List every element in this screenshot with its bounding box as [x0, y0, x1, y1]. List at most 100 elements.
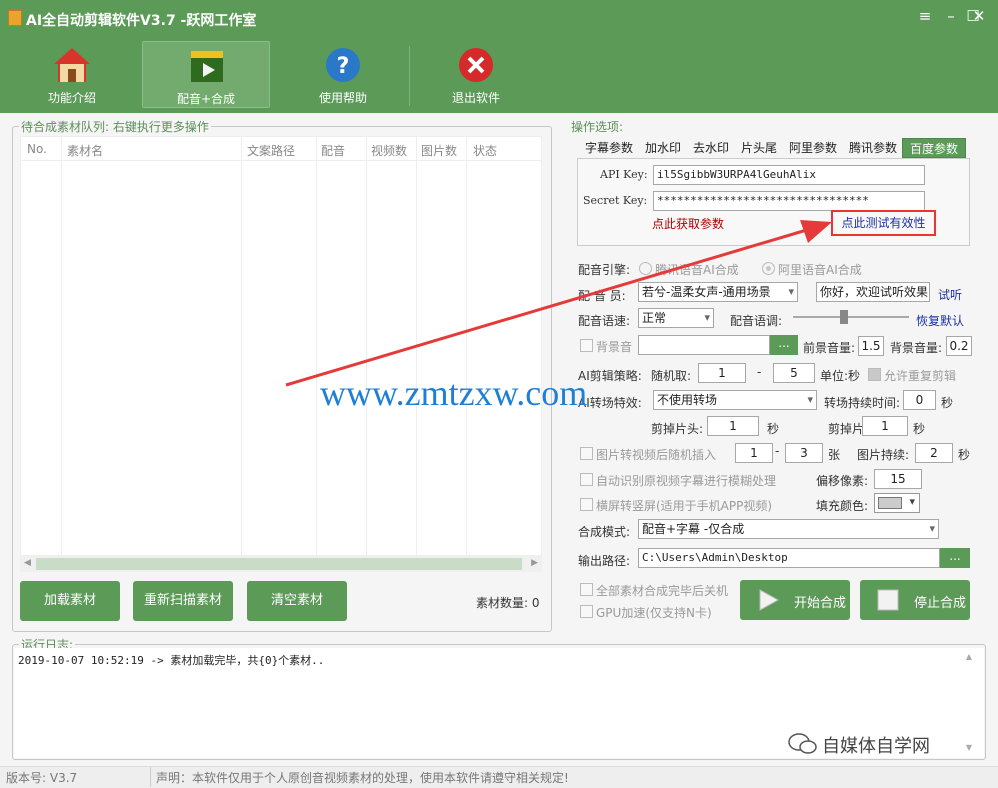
test-validity-link[interactable]: 点此测试有效性: [831, 210, 936, 236]
col-name[interactable]: 素材名: [67, 142, 103, 159]
img-to-input[interactable]: 3: [785, 443, 823, 463]
allow-repeat-checkbox[interactable]: [868, 368, 881, 381]
secret-key-input[interactable]: ********************************: [653, 191, 925, 211]
voice-select[interactable]: 若兮-温柔女声-通用场景: [638, 282, 798, 302]
exit-icon: [459, 48, 493, 82]
toolbar-label: 配音+合成: [176, 92, 236, 106]
col-dub[interactable]: 配音: [321, 142, 345, 159]
cut-head-sec: 秒: [767, 422, 780, 436]
output-path-input[interactable]: C:\Users\Admin\Desktop: [638, 548, 940, 568]
img-insert-label: 图片转视频后随机插入: [596, 448, 717, 462]
toolbar-dub-compose-button[interactable]: 配音+合成: [142, 41, 270, 108]
play-icon: [759, 589, 780, 611]
queue-legend: 待合成素材队列: 右键执行更多操作: [21, 120, 209, 134]
transition-label: AI转场特效:: [578, 396, 642, 410]
stop-compose-label: 停止合成: [914, 596, 967, 611]
rescan-material-button[interactable]: 重新扫描素材: [133, 581, 233, 621]
img-insert-checkbox[interactable]: [580, 447, 593, 460]
app-logo-icon: [8, 10, 22, 26]
start-compose-label: 开始合成: [794, 596, 847, 611]
disclaimer-text: 声明：本软件仅用于个人原创音视频素材的处理，使用本软件请遵守相关规定!: [156, 771, 569, 785]
landscape-checkbox[interactable]: [580, 498, 593, 511]
transition-duration-label: 转场持续时间:: [824, 396, 901, 410]
blur-subtitle-checkbox[interactable]: [580, 473, 593, 486]
strategy-label: AI剪辑策略:: [578, 369, 642, 383]
pitch-slider-thumb[interactable]: [840, 310, 848, 324]
offset-input[interactable]: 15: [874, 469, 922, 489]
log-area[interactable]: 2019-10-07 10:52:19 -> 素材加载完毕，共{0}个素材.. …: [14, 648, 984, 758]
output-label: 输出路径:: [578, 554, 631, 568]
tab-ali[interactable]: 阿里参数: [784, 138, 842, 158]
engine-ali-radio[interactable]: [762, 262, 775, 275]
tab-intro-outro[interactable]: 片头尾: [736, 138, 782, 158]
preview-link[interactable]: 试听: [938, 286, 962, 303]
col-images[interactable]: 图片数: [421, 142, 457, 159]
tab-subtitle[interactable]: 字幕参数: [580, 138, 638, 158]
tab-remove-watermark[interactable]: 去水印: [688, 138, 734, 158]
restore-default-link[interactable]: 恢复默认: [916, 312, 964, 329]
preview-text-input[interactable]: 你好，欢迎试听效果: [816, 282, 930, 302]
engine-tencent-radio[interactable]: [639, 262, 652, 275]
minimize-button[interactable]: –: [940, 6, 962, 26]
pitch-label: 配音语调:: [730, 314, 783, 328]
col-videos[interactable]: 视频数: [371, 142, 407, 159]
transition-select[interactable]: 不使用转场: [653, 390, 817, 410]
bgm-browse-button[interactable]: ...: [770, 335, 798, 355]
queue-table[interactable]: No. 素材名 文案路径 配音 视频数 图片数 状态: [20, 136, 542, 556]
toolbar-divider: [409, 46, 410, 106]
random-dash: -: [757, 365, 762, 379]
toolbar-exit-button[interactable]: 退出软件: [412, 41, 540, 108]
menu-icon[interactable]: ≡: [914, 6, 936, 26]
material-count: 素材数量: 0: [476, 596, 540, 610]
bgm-path-input[interactable]: [638, 335, 770, 355]
transition-sec-label: 秒: [941, 396, 954, 410]
offset-label: 偏移像素:: [816, 474, 869, 488]
api-key-label: API Key:: [600, 168, 648, 181]
col-status[interactable]: 状态: [473, 142, 497, 159]
tab-add-watermark[interactable]: 加水印: [640, 138, 686, 158]
horizontal-scrollbar[interactable]: ◀ ▶: [20, 556, 542, 572]
toolbar-help-button[interactable]: ? 使用帮助: [279, 41, 407, 108]
chevron-down-icon: ▾: [909, 495, 915, 508]
load-material-button[interactable]: 加载素材: [20, 581, 120, 621]
pitch-slider-track[interactable]: [793, 316, 909, 318]
tab-tencent[interactable]: 腾讯参数: [844, 138, 902, 158]
bg-volume-input[interactable]: 0.2: [946, 336, 972, 356]
bgm-checkbox[interactable]: [580, 339, 593, 352]
log-scrollbar[interactable]: ▲ ▼: [962, 652, 976, 752]
cut-head-input[interactable]: 1: [707, 416, 759, 436]
img-duration-input[interactable]: 2: [915, 443, 953, 463]
start-compose-button[interactable]: 开始合成: [740, 580, 850, 620]
col-no[interactable]: No.: [27, 142, 47, 156]
allow-repeat-label: 允许重复剪辑: [884, 369, 957, 383]
random-from-input[interactable]: 1: [698, 363, 746, 383]
shutdown-checkbox[interactable]: [580, 583, 593, 596]
tab-baidu[interactable]: 百度参数: [902, 138, 966, 158]
fg-volume-input[interactable]: 1.5: [858, 336, 884, 356]
random-to-input[interactable]: 5: [773, 363, 815, 383]
api-key-input[interactable]: il5SgibbW3URPA4lGeuhAlix: [653, 165, 925, 185]
clear-material-button[interactable]: 清空素材: [247, 581, 347, 621]
engine-tencent-label[interactable]: 腾讯语音AI合成: [655, 261, 739, 278]
scroll-right-icon[interactable]: ▶: [531, 558, 538, 568]
engine-ali-label[interactable]: 阿里语音AI合成: [778, 261, 862, 278]
col-script-path[interactable]: 文案路径: [247, 142, 295, 159]
close-button[interactable]: ✕: [968, 6, 990, 26]
secret-key-label: Secret Key:: [583, 194, 648, 207]
options-legend: 操作选项:: [571, 120, 624, 134]
fill-color-picker[interactable]: ▾: [874, 493, 920, 513]
img-from-input[interactable]: 1: [735, 443, 773, 463]
mode-select[interactable]: 配音+字幕 -仅合成: [638, 519, 939, 539]
gpu-checkbox[interactable]: [580, 605, 593, 618]
output-browse-button[interactable]: ...: [940, 548, 970, 568]
scroll-left-icon[interactable]: ◀: [24, 558, 31, 568]
toolbar-intro-button[interactable]: 功能介绍: [8, 41, 136, 108]
get-params-link[interactable]: 点此获取参数: [652, 215, 724, 232]
log-line: 2019-10-07 10:52:19 -> 素材加载完毕，共{0}个素材..: [18, 654, 325, 667]
speed-select[interactable]: 正常: [638, 308, 714, 328]
scroll-thumb[interactable]: [36, 558, 522, 570]
cut-tail-input[interactable]: 1: [862, 416, 908, 436]
blur-subtitle-label: 自动识别原视频字幕进行模糊处理: [596, 474, 777, 488]
stop-compose-button[interactable]: 停止合成: [860, 580, 970, 620]
transition-duration-input[interactable]: 0: [903, 390, 936, 410]
